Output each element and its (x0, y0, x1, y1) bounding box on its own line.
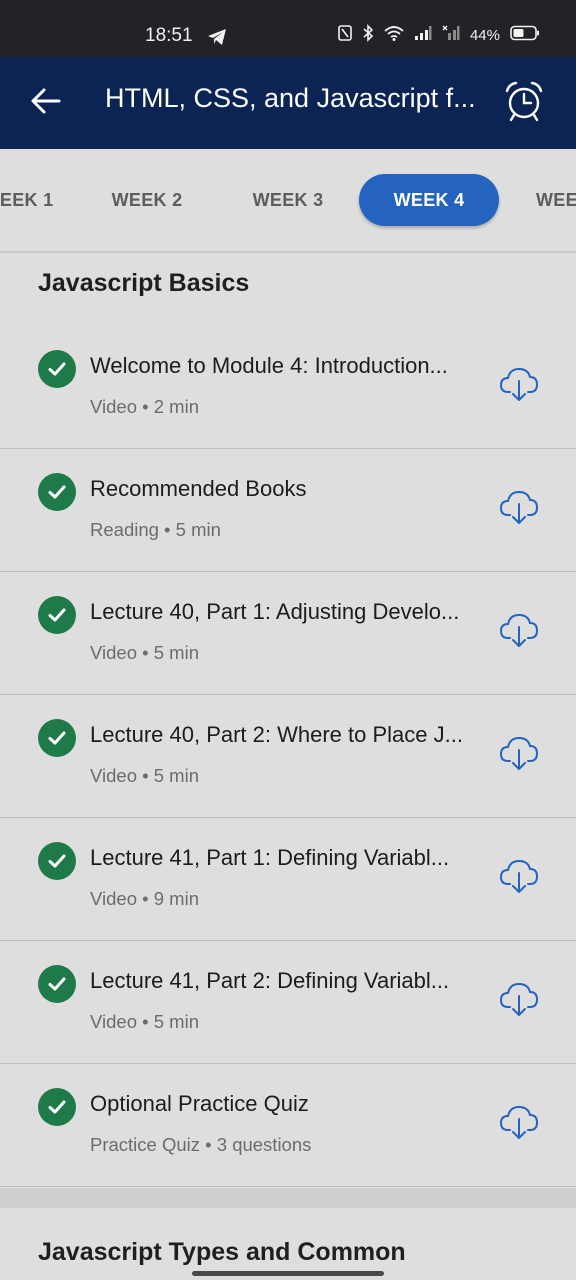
status-time: 18:51 (145, 25, 193, 46)
signal-icon (414, 25, 432, 46)
bluetooth-icon (362, 24, 374, 47)
list-item[interactable]: Recommended Books Reading • 5 min (0, 449, 576, 572)
list-item[interactable]: Lecture 40, Part 2: Where to Place J... V… (0, 695, 576, 818)
arrow-left-icon (31, 88, 61, 119)
back-button[interactable] (24, 81, 68, 125)
week-tabs: WEEK 1 WEEK 2 WEEK 3 WEEK 4 WEEK 5 (0, 149, 576, 253)
item-title: Welcome to Module 4: Introduction... (90, 353, 448, 378)
list-item[interactable]: Optional Practice Quiz Practice Quiz • 3 … (0, 1064, 576, 1187)
cloud-download-icon[interactable] (498, 731, 540, 773)
item-title: Optional Practice Quiz (90, 1091, 309, 1116)
nfc-icon (338, 25, 352, 46)
item-meta: Video • 9 min (90, 888, 199, 909)
item-meta: Video • 5 min (90, 1011, 199, 1032)
telegram-icon (207, 28, 227, 51)
app-bar: HTML, CSS, and Javascript f... (0, 57, 576, 149)
battery-percent: 44% (469, 27, 500, 44)
check-circle-icon (38, 473, 76, 511)
list-item[interactable]: Welcome to Module 4: Introduction... Vide… (0, 326, 576, 449)
item-meta: Video • 5 min (90, 765, 199, 786)
item-title: Lecture 41, Part 2: Defining Variabl... (90, 968, 450, 993)
section-header: Javascript Basics (0, 255, 576, 325)
status-icons: 44% (338, 24, 540, 47)
list-item[interactable]: Lecture 40, Part 1: Adjusting Develo... V… (0, 572, 576, 695)
item-meta: Video • 2 min (90, 396, 199, 417)
check-circle-icon (38, 842, 76, 880)
tab-week-3[interactable]: WEEK 3 (238, 174, 338, 226)
alarm-clock-icon (503, 80, 545, 127)
item-meta: Practice Quiz • 3 questions (90, 1134, 312, 1155)
tab-week-4[interactable]: WEEK 4 (359, 174, 499, 226)
battery-icon (510, 25, 540, 46)
tab-week-5[interactable]: WEEK 5 (520, 174, 576, 226)
check-circle-icon (38, 350, 76, 388)
home-indicator[interactable] (192, 1271, 384, 1276)
check-circle-icon (38, 596, 76, 634)
item-title: Lecture 41, Part 1: Defining Variabl... (90, 845, 450, 870)
item-meta: Reading • 5 min (90, 519, 221, 540)
list-item[interactable]: Lecture 41, Part 1: Defining Variabl... V… (0, 818, 576, 941)
list-item[interactable]: Lecture 41, Part 2: Defining Variabl... V… (0, 941, 576, 1064)
reminder-button[interactable] (500, 79, 548, 127)
item-title: Lecture 40, Part 1: Adjusting Develo... (90, 599, 460, 624)
check-circle-icon (38, 965, 76, 1003)
item-title: Recommended Books (90, 476, 307, 501)
wifi-icon (384, 25, 404, 46)
cloud-download-icon[interactable] (498, 485, 540, 527)
check-circle-icon (38, 719, 76, 757)
tab-week-1[interactable]: WEEK 1 (0, 174, 68, 226)
status-bar: 18:51 44% (0, 0, 576, 57)
signal-no-service-icon (442, 25, 460, 46)
cloud-download-icon[interactable] (498, 977, 540, 1019)
section-title: Javascript Types and Common (38, 1238, 406, 1266)
section-title: Javascript Basics (38, 269, 250, 297)
cloud-download-icon[interactable] (498, 608, 540, 650)
item-meta: Video • 5 min (90, 642, 199, 663)
check-circle-icon (38, 1088, 76, 1126)
cloud-download-icon[interactable] (498, 362, 540, 404)
section-divider (0, 1188, 576, 1208)
page-title: HTML, CSS, and Javascript f... (105, 83, 476, 113)
cloud-download-icon[interactable] (498, 854, 540, 896)
cloud-download-icon[interactable] (498, 1100, 540, 1142)
tab-week-2[interactable]: WEEK 2 (97, 174, 197, 226)
item-title: Lecture 40, Part 2: Where to Place J... (90, 722, 463, 747)
section-header: Javascript Types and Common (0, 1208, 576, 1280)
